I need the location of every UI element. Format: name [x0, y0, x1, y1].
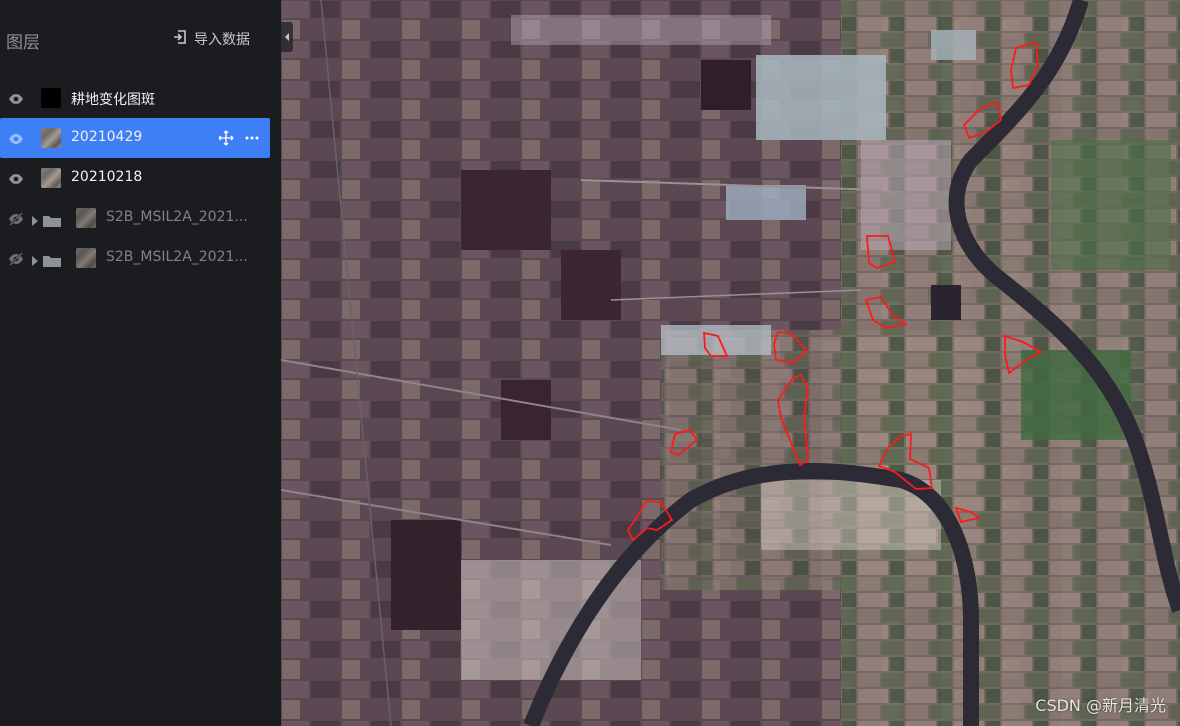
map-view[interactable]: CSDN @新月清光: [281, 0, 1180, 726]
layer-group-s2b-2[interactable]: S2B_MSIL2A_2021...: [0, 238, 270, 278]
eye-icon[interactable]: [8, 131, 24, 145]
layer-item-change-patches[interactable]: 耕地变化图斑: [0, 78, 270, 118]
eye-icon[interactable]: [8, 91, 24, 105]
chevron-left-icon: [285, 33, 289, 41]
import-data-button[interactable]: 导入数据: [172, 29, 250, 49]
expand-caret-icon[interactable]: [31, 252, 39, 266]
more-icon[interactable]: [244, 130, 260, 150]
layer-name: S2B_MSIL2A_2021...: [106, 249, 248, 265]
layer-item-20210218[interactable]: 20210218: [0, 158, 270, 198]
layer-thumbnail: [76, 208, 96, 228]
layer-name: 20210218: [71, 169, 143, 185]
collapse-panel-button[interactable]: [281, 22, 293, 52]
import-data-label: 导入数据: [194, 32, 250, 48]
folder-icon: [43, 212, 61, 227]
layer-item-20210429[interactable]: 20210429: [0, 118, 270, 158]
eye-icon[interactable]: [8, 171, 24, 185]
layer-thumbnail: [41, 88, 61, 108]
layer-thumbnail: [41, 128, 61, 148]
satellite-imagery: [281, 0, 1180, 726]
layer-group-s2b-1[interactable]: S2B_MSIL2A_2021...: [0, 198, 270, 238]
eye-slash-icon[interactable]: [8, 251, 24, 266]
move-icon[interactable]: [218, 130, 234, 150]
layer-panel: 图层 导入数据 耕地变化图斑 20210429 20210218 S2B_MSI…: [0, 0, 281, 726]
layer-name: S2B_MSIL2A_2021...: [106, 209, 248, 225]
panel-title: 图层: [6, 33, 40, 53]
folder-icon: [43, 252, 61, 267]
layer-name: 20210429: [71, 129, 143, 145]
watermark-text: CSDN @新月清光: [1035, 696, 1166, 715]
layer-thumbnail: [76, 248, 96, 268]
layer-name: 耕地变化图斑: [71, 92, 155, 108]
layer-actions: [218, 130, 260, 150]
layer-panel-header: 图层 导入数据: [0, 0, 281, 78]
expand-caret-icon[interactable]: [31, 212, 39, 226]
import-icon: [172, 29, 188, 49]
eye-slash-icon[interactable]: [8, 211, 24, 226]
layer-thumbnail: [41, 168, 61, 188]
